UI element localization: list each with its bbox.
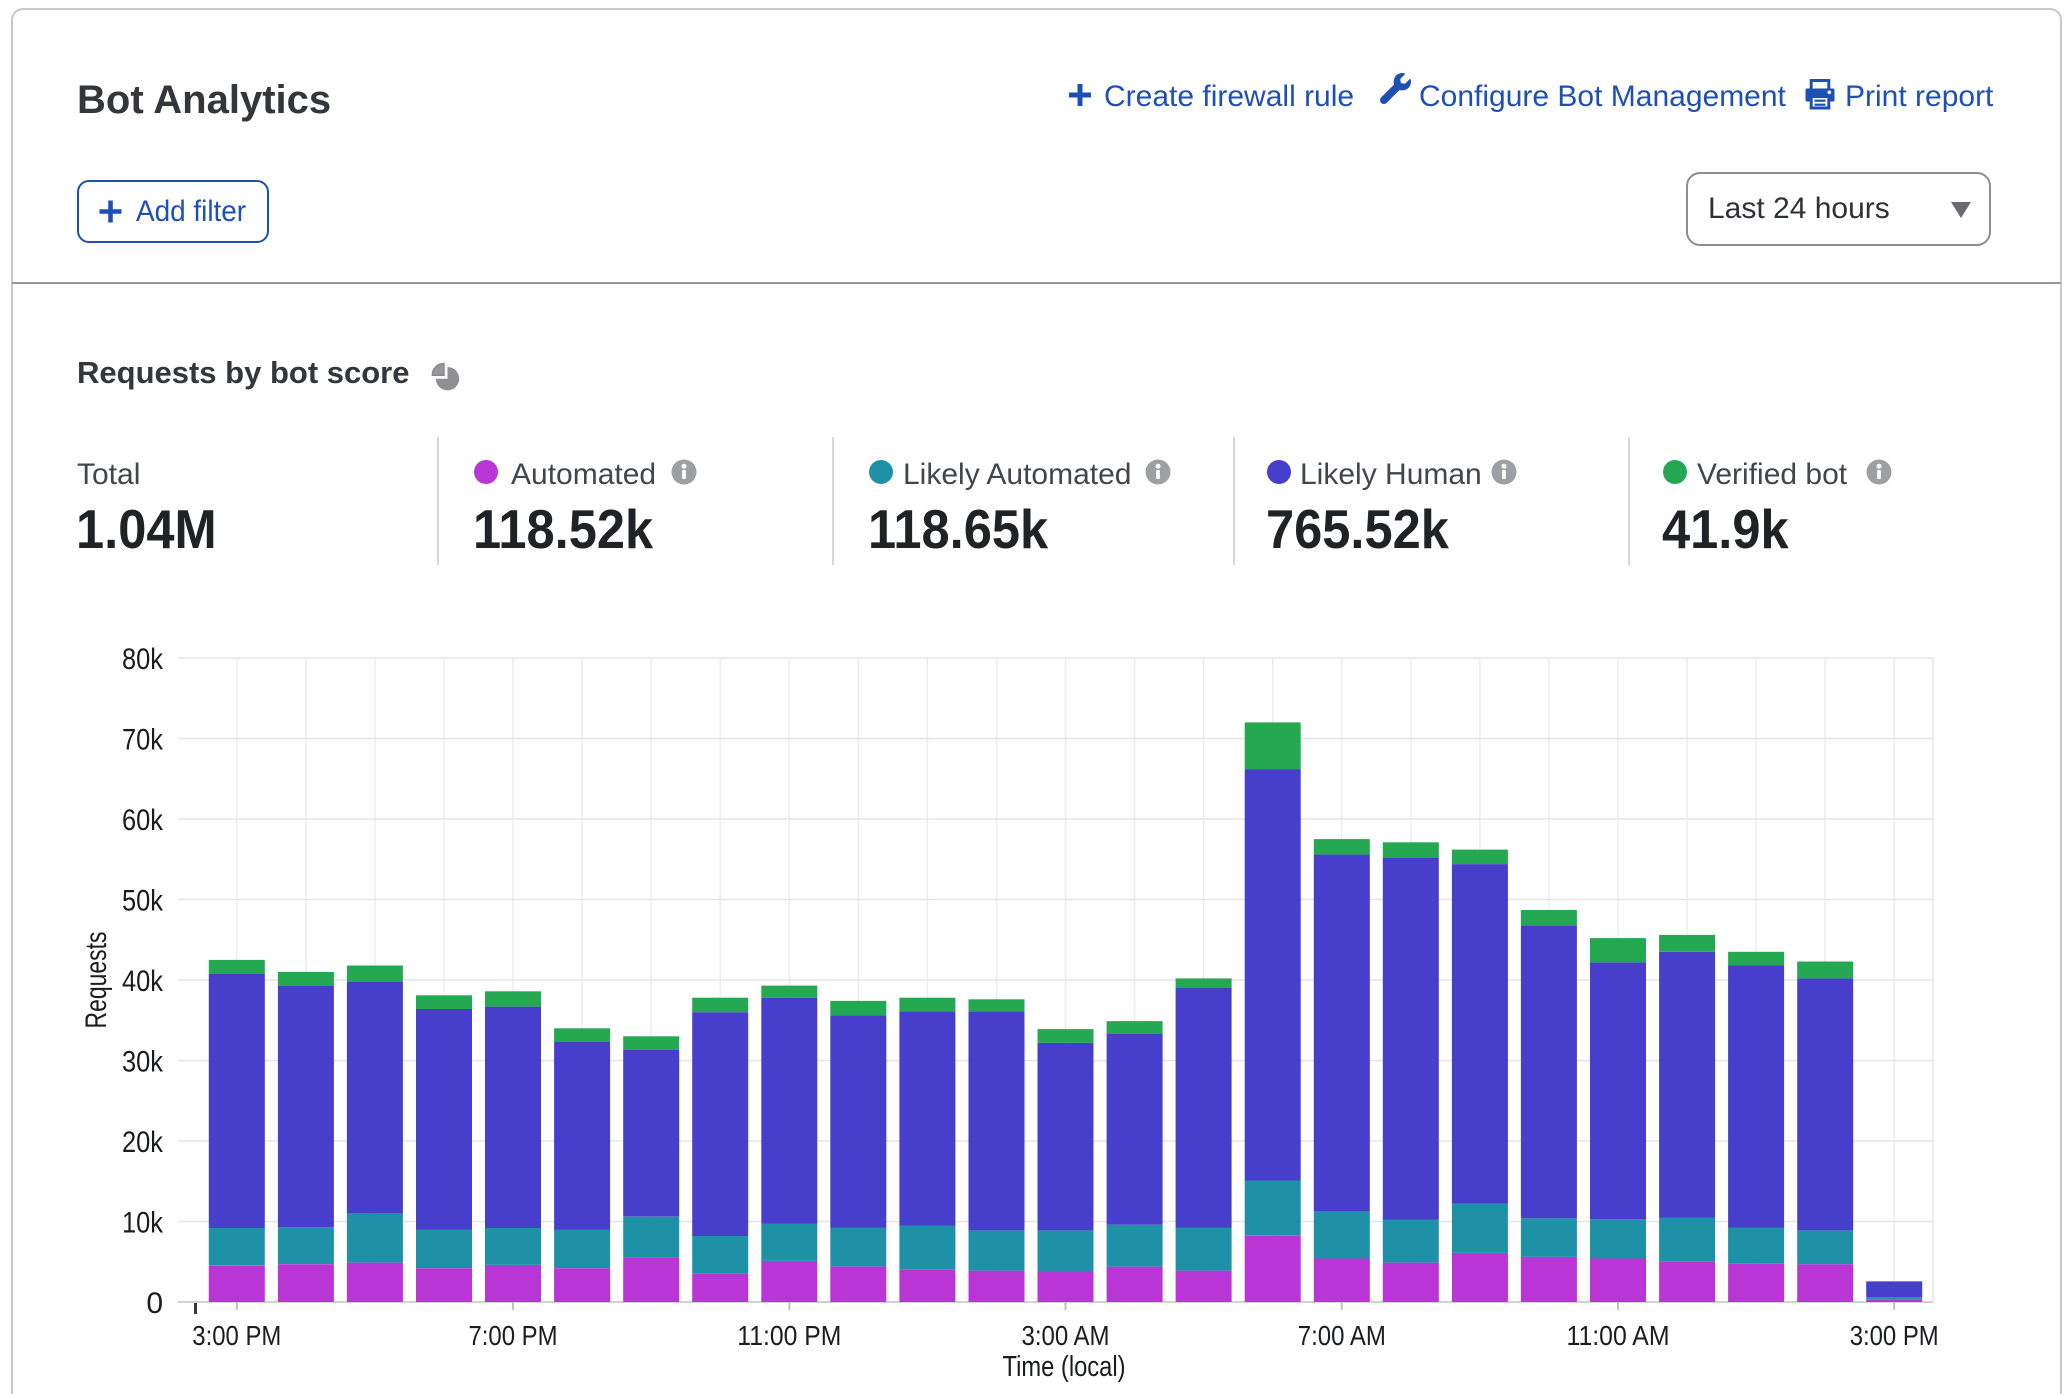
svg-text:60k: 60k [122, 804, 164, 837]
svg-text:20k: 20k [122, 1126, 164, 1159]
svg-text:80k: 80k [122, 643, 164, 676]
svg-text:3:00 PM: 3:00 PM [192, 1320, 281, 1351]
svg-text:7:00 PM: 7:00 PM [469, 1320, 558, 1351]
svg-text:70k: 70k [122, 724, 164, 757]
svg-text:3:00 PM: 3:00 PM [1850, 1320, 1939, 1351]
svg-text:3:00 AM: 3:00 AM [1022, 1320, 1110, 1351]
svg-text:50k: 50k [122, 885, 164, 918]
svg-text:Time (local): Time (local) [1003, 1351, 1126, 1383]
svg-text:40k: 40k [122, 965, 164, 998]
svg-text:0: 0 [146, 1287, 163, 1320]
svg-text:11:00 AM: 11:00 AM [1567, 1320, 1670, 1351]
svg-text:30k: 30k [122, 1046, 164, 1079]
svg-text:Requests: Requests [80, 932, 113, 1029]
svg-text:7:00 AM: 7:00 AM [1298, 1320, 1386, 1351]
svg-text:11:00 PM: 11:00 PM [737, 1320, 841, 1351]
svg-text:10k: 10k [122, 1207, 164, 1240]
